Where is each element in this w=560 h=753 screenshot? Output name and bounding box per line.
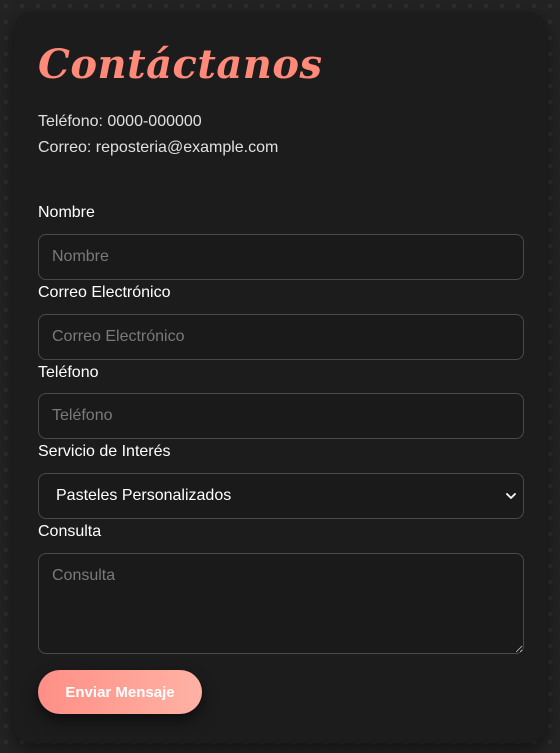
email-label: Correo Electrónico xyxy=(38,284,171,301)
service-label: Servicio de Interés xyxy=(38,443,171,460)
page-title: Contáctanos xyxy=(38,41,323,88)
phone-label: Teléfono xyxy=(38,364,99,381)
chevron-down-icon xyxy=(506,493,516,499)
name-input[interactable] xyxy=(38,234,524,280)
send-message-button[interactable]: Enviar Mensaje xyxy=(38,670,202,714)
message-textarea[interactable] xyxy=(38,553,524,654)
message-label: Consulta xyxy=(38,523,102,540)
name-label: Nombre xyxy=(38,204,95,221)
service-select-value: Pasteles Personalizados xyxy=(56,487,232,504)
phone-input[interactable] xyxy=(38,393,524,439)
contact-card: Contáctanos Teléfono: 0000-000000 Correo… xyxy=(14,12,546,743)
contact-phone: Teléfono: 0000-000000 xyxy=(38,113,202,130)
contact-email: Correo: reposteria@example.com xyxy=(38,139,279,156)
email-input[interactable] xyxy=(38,314,524,360)
service-select[interactable]: Pasteles Personalizados xyxy=(38,473,524,519)
